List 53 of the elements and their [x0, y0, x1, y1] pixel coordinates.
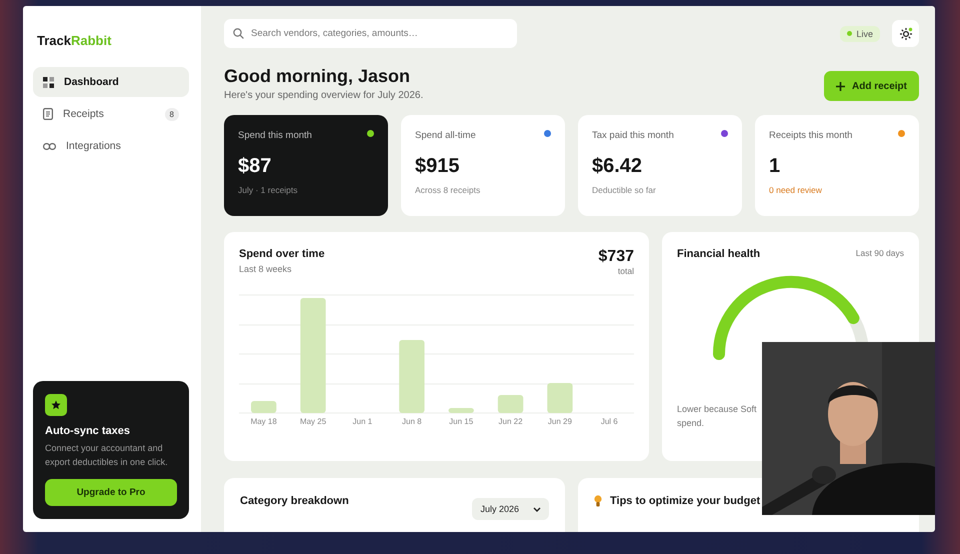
stat-value: 1 [769, 155, 782, 178]
health-note: Lower because Soft [677, 403, 758, 416]
card-subtitle: Last 8 weeks [239, 264, 293, 274]
total-label: total [616, 266, 634, 276]
stat-value: $87 [238, 155, 272, 178]
promo-text: Connect your accountant and export deductibles in one click. [45, 442, 169, 469]
grid-icon [43, 76, 54, 88]
sidebar-item[interactable]: Integrations [33, 131, 189, 161]
axis-label: Jun 15 [448, 417, 474, 426]
axis-label: May 18 [250, 417, 278, 426]
logo: TrackRabbit [36, 33, 112, 48]
axis-label: Jun 22 [498, 417, 524, 426]
health-note: spend. [677, 417, 706, 430]
card-title: Financial health [677, 248, 760, 260]
sidebar-item[interactable]: Receipts 8 [33, 99, 189, 129]
promo-title: Auto-sync taxes [45, 425, 131, 437]
period-label: Last 90 days [856, 248, 904, 260]
link-icon [43, 142, 56, 150]
document-icon [43, 108, 53, 120]
greeting-subtitle: Here's your spending overview for July 2026. [224, 90, 424, 101]
stat-note: July · 1 receipts [238, 185, 299, 195]
stat-note: Across 8 receipts [415, 185, 482, 195]
axis-label: Jul 6 [600, 417, 619, 426]
chevron-icon [533, 506, 541, 512]
card-title: Category breakdown [240, 495, 349, 507]
total-value: $737 [598, 248, 634, 266]
sidebar-item[interactable]: Dashboard [33, 67, 189, 97]
live-badge: Live [840, 26, 880, 42]
axis-label: May 25 [298, 417, 328, 426]
stat-label: Tax paid this month [592, 130, 675, 141]
greeting-title: Good morning, Jason [224, 66, 412, 87]
settings-button[interactable] [892, 20, 919, 47]
axis-label: Jun 29 [546, 417, 573, 426]
stat-label: Spend this month [238, 130, 313, 141]
add-receipt-button[interactable]: Add receipt [824, 71, 919, 101]
lightbulb-icon [594, 495, 602, 507]
count-badge: 8 [164, 108, 179, 120]
axis-label: Jun 8 [401, 417, 423, 426]
search-icon [233, 28, 244, 39]
card-title: Tips to optimize your budget [610, 495, 760, 507]
stat-note: Deductible so far [592, 185, 657, 195]
stat-value: $915 [415, 155, 460, 178]
plus-icon [836, 82, 845, 90]
settings-icon [898, 26, 912, 40]
stat-note: 0 need review [769, 185, 823, 195]
stat-label: Receipts this month [769, 130, 854, 141]
card-title: Spend over time [239, 248, 325, 260]
stat-label: Spend all-time [415, 130, 477, 141]
upgrade-button[interactable]: Upgrade to Pro [45, 479, 177, 506]
axis-label: Jun 1 [352, 417, 374, 426]
month-select[interactable]: July 2026 [472, 498, 549, 520]
search-field[interactable]: Search vendors, categories, amounts… [224, 19, 517, 48]
stat-value: $6.42 [592, 155, 644, 178]
